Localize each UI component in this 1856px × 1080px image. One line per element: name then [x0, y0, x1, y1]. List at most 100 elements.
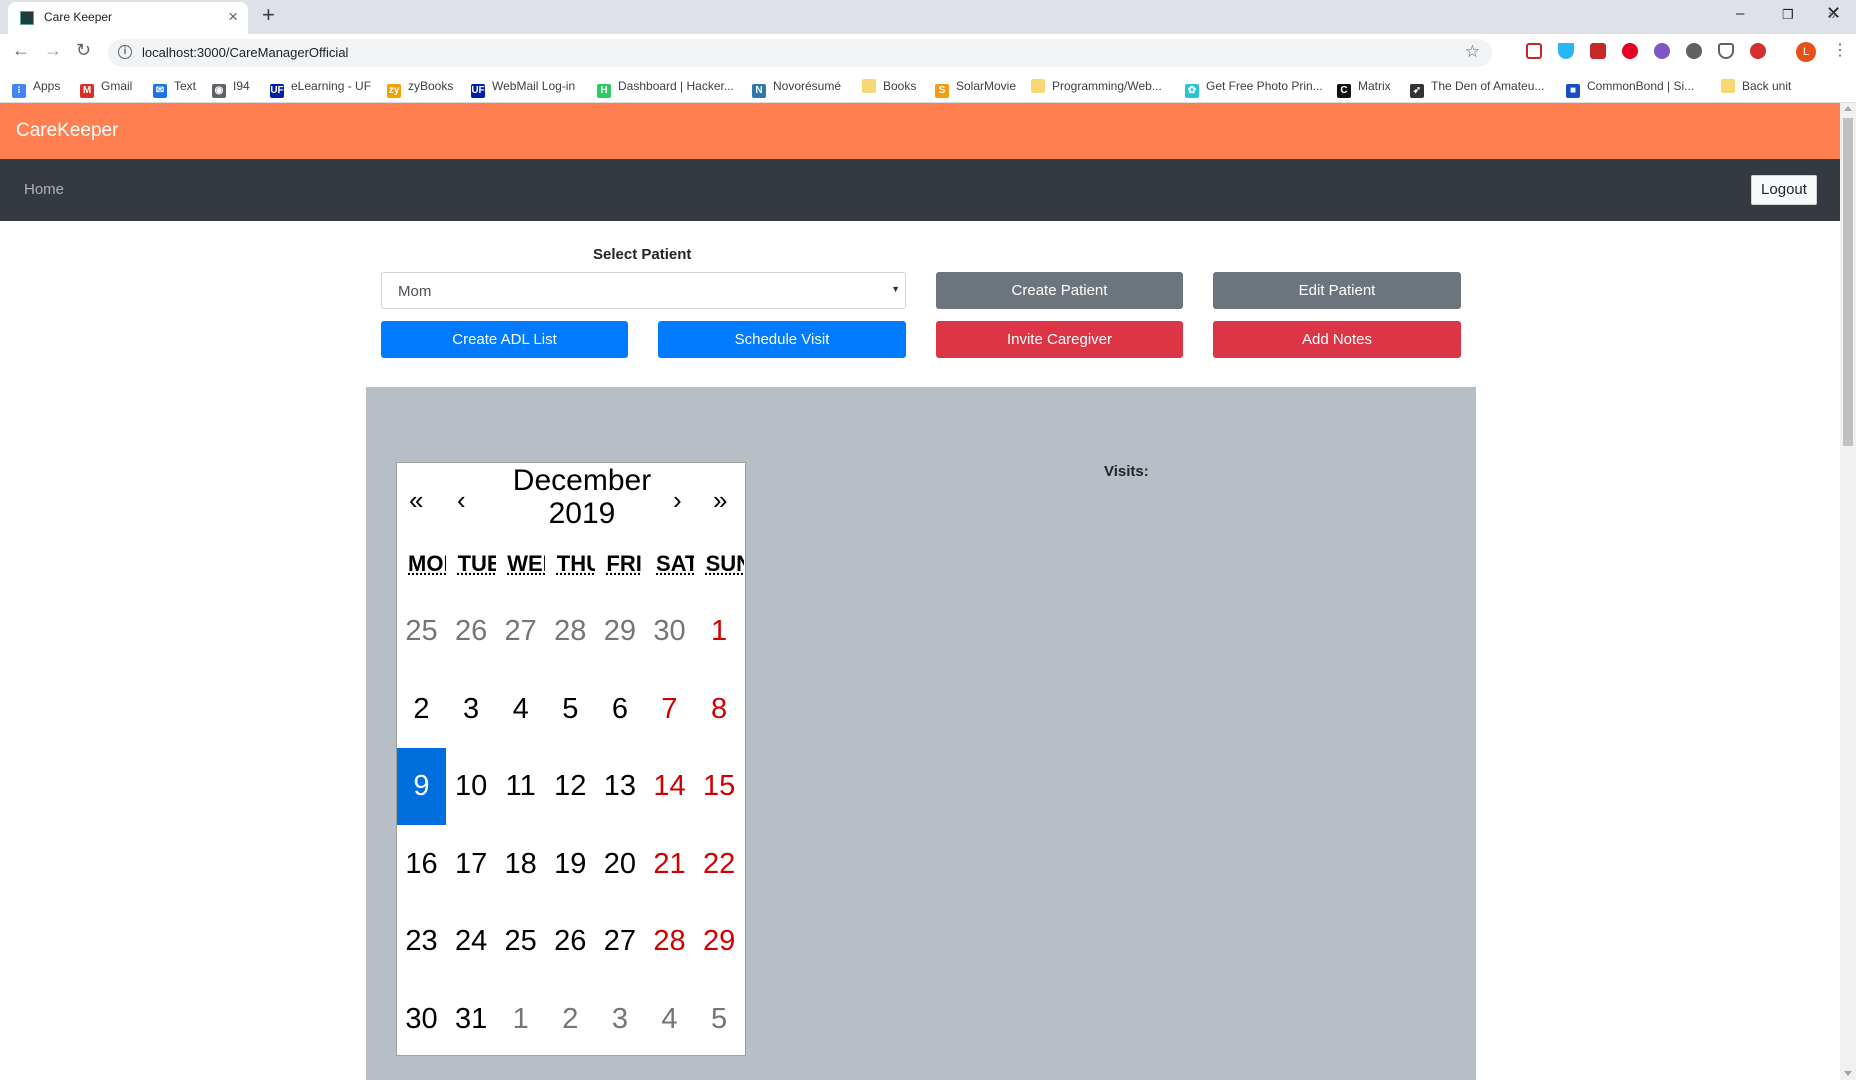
calendar-day[interactable]: 6	[595, 671, 644, 748]
bookmark-label: Apps	[33, 79, 61, 93]
scrollbar-thumb[interactable]	[1843, 118, 1853, 446]
close-tab-icon[interactable]: ×	[228, 7, 238, 27]
calendar-day[interactable]: 2	[546, 981, 595, 1058]
calendar-day[interactable]: 23	[397, 903, 446, 980]
calendar-day[interactable]: 14	[645, 748, 694, 825]
calendar-day-selected[interactable]: 9	[397, 748, 446, 825]
bookmark-9[interactable]: Books	[862, 79, 916, 93]
minimize-icon[interactable]: –	[1736, 5, 1744, 22]
calendar-day[interactable]: 20	[595, 826, 644, 903]
invite-caregiver-button[interactable]: Invite Caregiver	[936, 321, 1183, 358]
calendar-day[interactable]: 17	[447, 826, 496, 903]
calendar-day[interactable]: 16	[397, 826, 446, 903]
reload-icon[interactable]: ↻	[76, 40, 91, 61]
bookmark-star-icon[interactable]: ☆	[1465, 42, 1480, 62]
bookmark-14[interactable]: ➶ The Den of Amateu...	[1410, 79, 1544, 98]
calendar-day[interactable]: 29	[695, 903, 744, 980]
calendar-day[interactable]: 21	[645, 826, 694, 903]
calendar-day[interactable]: 28	[546, 593, 595, 670]
calendar-day[interactable]: 26	[447, 593, 496, 670]
calendar-day[interactable]: 15	[695, 748, 744, 825]
calendar-day[interactable]: 5	[546, 671, 595, 748]
bookmark-0[interactable]: ⁝ Apps	[12, 79, 60, 98]
prev-month-button[interactable]: ‹	[457, 485, 466, 516]
calendar-day[interactable]: 3	[595, 981, 644, 1058]
calendar-day[interactable]: 22	[695, 826, 744, 903]
calendar-day[interactable]: 27	[496, 593, 545, 670]
next-month-button[interactable]: ›	[673, 485, 682, 516]
browser-menu-icon[interactable]: ⋮	[1832, 40, 1848, 60]
pinterest-icon[interactable]	[1622, 43, 1638, 59]
calendar-day[interactable]: 19	[546, 826, 595, 903]
calendar-day[interactable]: 11	[496, 748, 545, 825]
calendar-day[interactable]: 7	[645, 671, 694, 748]
calendar-day[interactable]: 26	[546, 903, 595, 980]
calendar-day[interactable]: 4	[645, 981, 694, 1058]
bookmark-4[interactable]: UF eLearning - UF	[270, 79, 371, 98]
calendar-day[interactable]: 1	[496, 981, 545, 1058]
bookmark-6[interactable]: UF WebMail Log-in	[471, 79, 575, 98]
edit-patient-button[interactable]: Edit Patient	[1213, 272, 1461, 309]
restore-icon[interactable]: ❐	[1782, 7, 1794, 23]
back-icon[interactable]: ←	[12, 40, 30, 61]
scroll-down-icon[interactable]	[1844, 1071, 1852, 1076]
adblock-extension-icon[interactable]	[1590, 43, 1606, 59]
bookmark-1[interactable]: M Gmail	[80, 79, 132, 98]
brand-title[interactable]: CareKeeper	[16, 120, 118, 142]
patient-select[interactable]: Mom ▼	[381, 272, 906, 309]
calendar-day[interactable]: 25	[496, 903, 545, 980]
bookmark-5[interactable]: zy zyBooks	[387, 79, 453, 98]
address-bar[interactable]: i localhost:3000/CareManagerOfficial ☆	[108, 39, 1492, 67]
calendar-day[interactable]: 10	[447, 748, 496, 825]
bookmark-3[interactable]: ◉ I94	[212, 79, 250, 98]
globe-extension-icon[interactable]	[1686, 43, 1702, 59]
bookmark-15[interactable]: ■ CommonBond | Si...	[1566, 79, 1694, 98]
create-patient-button[interactable]: Create Patient	[936, 272, 1183, 309]
calendar-day[interactable]: 27	[595, 903, 644, 980]
calendar-day[interactable]: 3	[447, 671, 496, 748]
nav-home-link[interactable]: Home	[24, 181, 64, 198]
bookmark-label: Text	[174, 79, 197, 93]
calendar-day[interactable]: 24	[447, 903, 496, 980]
calendar-day[interactable]: 1	[695, 593, 744, 670]
bookmark-10[interactable]: S SolarMovie	[935, 79, 1016, 98]
prev-year-button[interactable]: «	[409, 485, 423, 516]
calendar-day[interactable]: 4	[496, 671, 545, 748]
privacy-shield-icon[interactable]	[1718, 43, 1734, 59]
calendar-day[interactable]: 28	[645, 903, 694, 980]
abp-extension-icon[interactable]	[1750, 43, 1766, 59]
pocket-extension-icon[interactable]	[1526, 43, 1542, 59]
bookmark-2[interactable]: ✉ Text	[153, 79, 196, 98]
calendar-day[interactable]: 25	[397, 593, 446, 670]
next-year-button[interactable]: »	[713, 485, 727, 516]
bookmark-11[interactable]: Programming/Web...	[1031, 79, 1162, 93]
calendar-day[interactable]: 8	[695, 671, 744, 748]
schedule-visit-button[interactable]: Schedule Visit	[658, 321, 906, 358]
honey-extension-icon[interactable]	[1654, 43, 1670, 59]
logout-button[interactable]: Logout	[1751, 175, 1817, 205]
calendar-day[interactable]: 12	[546, 748, 595, 825]
bookmark-16[interactable]: Back unit	[1721, 79, 1791, 93]
calendar-day[interactable]: 30	[645, 593, 694, 670]
calendar-day[interactable]: 30	[397, 981, 446, 1058]
calendar-day[interactable]: 31	[447, 981, 496, 1058]
bookmark-8[interactable]: N Novorésumé	[752, 79, 841, 98]
calendar-day[interactable]: 29	[595, 593, 644, 670]
bookmark-7[interactable]: H Dashboard | Hacker...	[597, 79, 734, 98]
calendar-day[interactable]: 5	[695, 981, 744, 1058]
new-tab-icon[interactable]: +	[262, 2, 275, 28]
create-adl-list-button[interactable]: Create ADL List	[381, 321, 628, 358]
scroll-up-icon[interactable]	[1844, 106, 1852, 111]
site-info-icon[interactable]: i	[118, 45, 132, 59]
calendar-day[interactable]: 18	[496, 826, 545, 903]
more-bookmarks-icon[interactable]: »	[1828, 6, 1836, 23]
calendar-day[interactable]: 2	[397, 671, 446, 748]
shield-extension-icon[interactable]	[1558, 43, 1574, 59]
browser-tab[interactable]: Care Keeper ×	[8, 2, 248, 34]
calendar-day[interactable]: 13	[595, 748, 644, 825]
bookmark-13[interactable]: C Matrix	[1337, 79, 1391, 98]
bookmark-12[interactable]: ✿ Get Free Photo Prin...	[1185, 79, 1323, 98]
add-notes-button[interactable]: Add Notes	[1213, 321, 1461, 358]
forward-icon[interactable]: →	[44, 40, 62, 61]
profile-avatar[interactable]: L	[1796, 42, 1816, 62]
